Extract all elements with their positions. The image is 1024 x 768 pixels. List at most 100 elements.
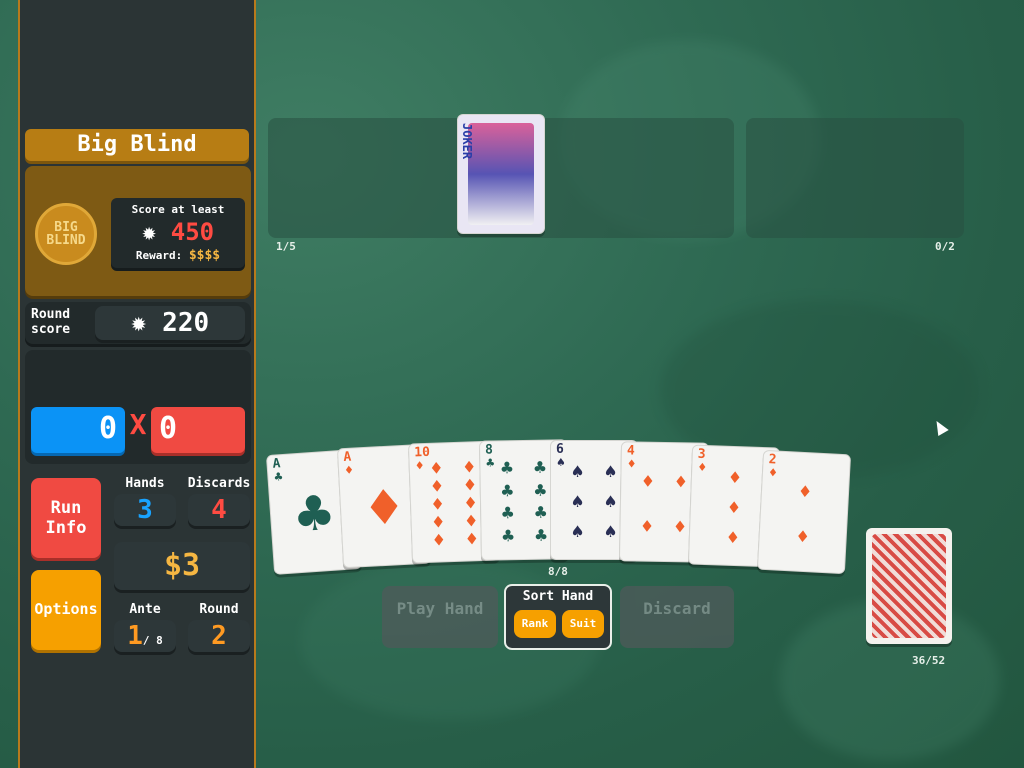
ante-label: Ante xyxy=(129,602,161,617)
hands-box: 3 xyxy=(114,494,176,526)
mult-value: 0 xyxy=(159,411,178,446)
card-pip-icon: ♣ xyxy=(532,457,548,478)
chip-icon: ✹ xyxy=(130,308,147,338)
card-pip-icon: ♦ xyxy=(461,457,477,477)
sidebar: Big Blind BIG BLIND Score at least ✹ 450… xyxy=(18,0,256,768)
card-pip-icon: ♠ xyxy=(570,462,585,481)
deck-count: 36/52 xyxy=(912,654,946,667)
chip-icon: ✹ xyxy=(141,218,157,246)
card-pip-icon: ♠ xyxy=(603,522,618,541)
card-pip-icon: ♦ xyxy=(361,478,408,538)
card-rank: 8 xyxy=(484,442,494,458)
card-pip-icon: ♦ xyxy=(672,516,688,536)
card-pip-icon: ♦ xyxy=(428,458,444,478)
card-pip-icon: ♦ xyxy=(726,497,742,518)
card-pip-icon: ♣ xyxy=(533,502,549,523)
joker-art xyxy=(468,123,534,225)
card-pip-icon: ♠ xyxy=(603,462,618,481)
card-pip-icon: ♣ xyxy=(533,525,549,545)
reward-row: Reward: $$$$ xyxy=(135,248,221,263)
card-pip-icon: ♣ xyxy=(290,484,338,544)
chips-value: 0 xyxy=(98,411,117,446)
joker-label: JOKER xyxy=(460,123,474,160)
round-box: 2 xyxy=(188,620,250,652)
card-pip-icon: ♠ xyxy=(570,492,585,511)
card-pip-icon: ♦ xyxy=(727,467,743,488)
run-info-button[interactable]: Run Info xyxy=(31,478,101,558)
card-rank: 6 xyxy=(556,442,564,457)
joker-count: 1/5 xyxy=(276,240,296,253)
hand-evaluation: 0 X 0 xyxy=(25,350,251,464)
card-rank: 10 xyxy=(413,444,431,461)
sort-rank-button[interactable]: Rank xyxy=(514,610,556,638)
card-rank: 2 xyxy=(768,452,777,468)
hand-count: 8/8 xyxy=(548,565,568,578)
card-pips: ♦ ♦ ♦ ♦ xyxy=(630,458,698,549)
card-pips: ♣ ♣ ♣ ♣ ♣ ♣ ♣ ♣ xyxy=(490,456,558,547)
sort-suit-button[interactable]: Suit xyxy=(562,610,604,638)
card-pip-icon: ♦ xyxy=(463,493,479,513)
card-pip-icon: ♦ xyxy=(725,527,741,548)
discards-label: Discards xyxy=(187,476,251,491)
target-score: ✹ 450 xyxy=(141,218,215,246)
card-pip-icon: ♠ xyxy=(603,492,618,511)
blind-title: Big Blind xyxy=(25,129,249,161)
card-pip-icon: ♦ xyxy=(462,475,478,495)
card-pip-icon: ♦ xyxy=(429,476,445,496)
deck-pile[interactable] xyxy=(866,528,952,644)
card-pip-icon: ♦ xyxy=(430,512,446,532)
blind-info-panel: BIG BLIND Score at least ✹ 450 Reward: $… xyxy=(25,166,251,296)
card-pip-icon: ♦ xyxy=(640,471,656,491)
round-score-panel: Round score ✹ 220 xyxy=(25,302,251,344)
card-pip-icon: ♦ xyxy=(430,494,446,514)
multiply-sign: X xyxy=(129,408,147,441)
discard-button[interactable]: Discard xyxy=(620,586,734,648)
consumable-count: 0/2 xyxy=(935,240,955,253)
card-rank: 3 xyxy=(697,446,706,462)
round-score-value-box: ✹ 220 xyxy=(95,306,245,340)
card-pip-icon: ♦ xyxy=(673,471,689,491)
card-pip-icon: ♦ xyxy=(797,481,813,501)
hands-label: Hands xyxy=(125,476,165,491)
hand-card[interactable]: 2 ♦ ♦ ♦ xyxy=(756,449,852,575)
discards-value: 4 xyxy=(211,495,227,525)
stats-panel: Hands 3 Discards 4 $3 Ante 1/ 8 Round 2 xyxy=(110,474,252,656)
card-pips: ♠ ♠ ♠ ♠ ♠ ♠ xyxy=(561,457,627,547)
card-pips: ♦ ♦ ♦ ♦ ♦ ♦ ♦ ♦ ♦ ♦ xyxy=(420,457,489,550)
money-box: $3 xyxy=(114,542,250,590)
card-pip-icon: ♦ xyxy=(639,516,655,536)
card-pip-icon: ♦ xyxy=(795,526,811,546)
card-back-pattern xyxy=(872,534,946,638)
round-score-value: ✹ 220 xyxy=(130,308,210,338)
round-value: 2 xyxy=(211,621,227,651)
score-requirement: Score at least ✹ 450 Reward: $$$$ xyxy=(111,198,245,268)
round-label: Round xyxy=(199,602,239,617)
sort-hand-panel: Sort Hand Rank Suit xyxy=(504,584,612,650)
card-pip-icon: ♦ xyxy=(464,529,480,549)
big-blind-chip: BIG BLIND xyxy=(35,203,97,265)
discards-box: 4 xyxy=(188,494,250,526)
round-score-label: Round score xyxy=(31,307,71,337)
options-button[interactable]: Options xyxy=(31,570,101,650)
card-rank: 4 xyxy=(626,443,635,459)
card-pip-icon: ♣ xyxy=(500,503,516,523)
card-pips: ♦ ♦ xyxy=(769,467,840,560)
card-pip-icon: ♣ xyxy=(499,458,515,478)
card-pip-icon: ♣ xyxy=(499,480,515,501)
card-pip-icon: ♣ xyxy=(500,525,516,546)
sort-hand-label: Sort Hand xyxy=(522,589,594,604)
card-pip-icon: ♦ xyxy=(463,511,479,531)
card-rank: A xyxy=(272,456,281,472)
score-at-least-label: Score at least xyxy=(131,203,225,216)
money-value: $3 xyxy=(163,548,201,583)
reward-value: $$$$ xyxy=(188,248,221,263)
card-pip-icon: ♣ xyxy=(532,480,548,500)
ante-value: 1/ 8 xyxy=(127,621,163,651)
play-hand-button[interactable]: Play Hand xyxy=(382,586,498,648)
joker-card[interactable]: JOKER xyxy=(457,114,545,234)
ante-box: 1/ 8 xyxy=(114,620,176,652)
chips-value-box: 0 xyxy=(31,407,125,453)
mult-value-box: 0 xyxy=(151,407,245,453)
card-pip-icon: ♠ xyxy=(570,522,585,541)
card-rank: A xyxy=(343,449,352,466)
